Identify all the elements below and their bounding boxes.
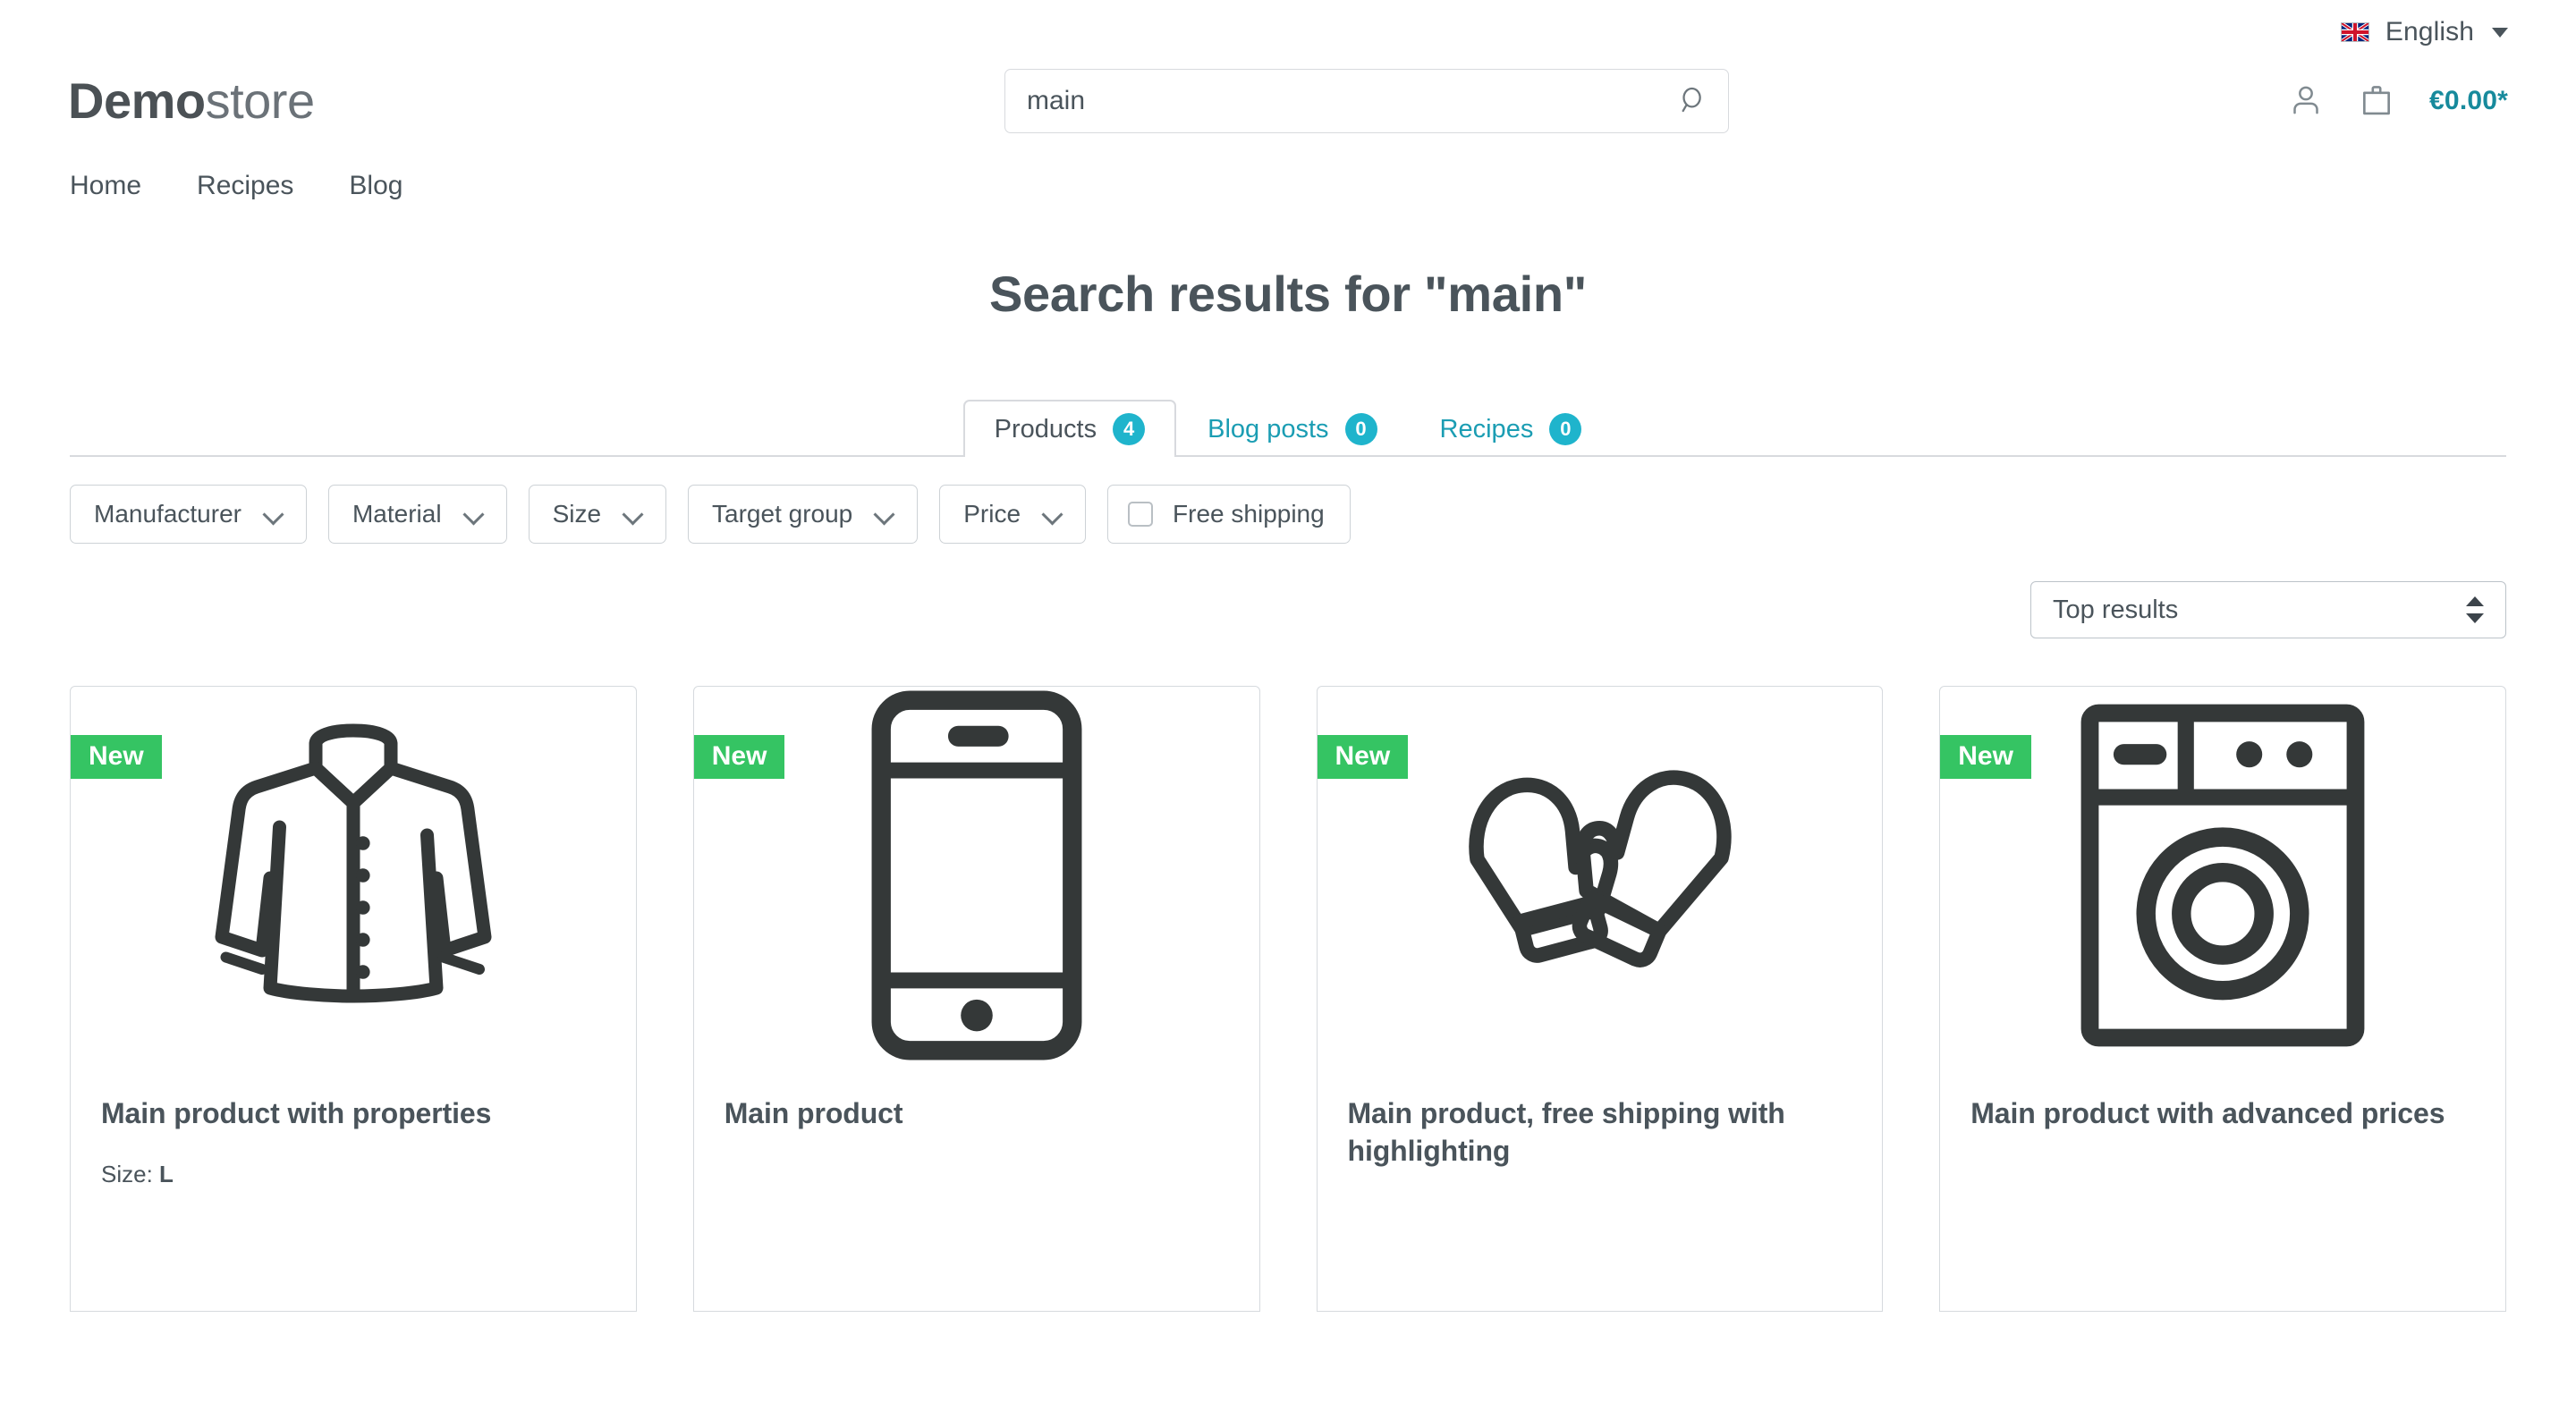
product-title[interactable]: Main product [724,1094,1229,1132]
logo-bold-part: Demo [68,72,206,129]
product-property-label: Size: [101,1161,153,1188]
filter-free-shipping[interactable]: Free shipping [1107,485,1351,544]
language-switcher[interactable]: English [2340,17,2508,47]
washing-machine-icon [2075,701,2370,1050]
header-actions: €0.00* [2288,81,2508,122]
search-icon [1678,85,1708,118]
jacket-icon [206,714,501,1036]
tab-blog-posts[interactable]: Blog posts 0 [1176,400,1408,457]
mittens-icon [1438,741,1760,1010]
search-box[interactable] [1004,69,1729,133]
chevron-down-icon [876,505,894,523]
chevron-down-icon [2492,27,2508,38]
filter-size-label: Size [552,500,602,528]
site-logo[interactable]: Demostore [68,76,315,126]
filter-price[interactable]: Price [939,485,1087,544]
free-shipping-checkbox[interactable] [1128,502,1154,527]
nav-item-recipes[interactable]: Recipes [197,171,293,201]
search-container [1004,69,1729,133]
language-label: English [2385,17,2474,46]
chevron-down-icon [265,505,283,523]
top-utility-bar: English [0,0,2576,64]
page-title: Search results for "main" [988,266,1588,322]
product-card-body: Main product [694,1094,1259,1132]
filter-price-label: Price [963,500,1021,528]
product-card[interactable]: New Main product with advanced prices [1939,686,2506,1312]
tab-recipes-label: Recipes [1439,414,1534,444]
sort-select[interactable]: Top results [2030,581,2506,638]
account-button[interactable] [2288,82,2324,121]
uk-flag-icon [2340,22,2369,42]
tab-products-label: Products [994,414,1097,444]
tab-blog-posts-count: 0 [1344,413,1377,445]
filter-free-shipping-label: Free shipping [1173,500,1325,528]
site-header: Demostore main €0.00* [0,64,2576,138]
filter-target-group[interactable]: Target group [688,485,919,544]
sort-select-value: Top results [2053,595,2179,624]
tab-recipes[interactable]: Recipes 0 [1409,400,1614,457]
status-badge: New [71,735,162,779]
product-card-body: Main product with properties Size: L [71,1094,636,1188]
sorting-row: Top results [0,544,2576,638]
product-card-body: Main product with advanced prices [1940,1094,2505,1132]
filter-material-label: Material [352,500,442,528]
cart-button[interactable] [2358,81,2395,122]
smartphone-icon [865,688,1089,1063]
product-title[interactable]: Main product with properties [101,1094,606,1132]
status-badge: New [1940,735,2031,779]
search-input[interactable] [1005,70,1728,132]
status-badge: New [1317,735,1409,779]
product-grid: New Main product with properties Size: L… [0,638,2576,1312]
sort-updown-icon [2466,596,2484,623]
filter-manufacturer-label: Manufacturer [94,500,242,528]
nav-item-home[interactable]: Home [70,171,141,201]
shopping-bag-icon [2358,81,2395,122]
product-title[interactable]: Main product with advanced prices [1970,1094,2475,1132]
tab-products[interactable]: Products 4 [962,400,1177,459]
product-property: Size: L [101,1161,606,1188]
user-icon [2288,82,2324,121]
search-result-tabs: Products 4 Blog posts 0 Recipes 0 [0,400,2576,459]
product-card[interactable]: New Main product [692,686,1260,1312]
tab-products-count: 4 [1113,413,1146,445]
product-property-value: L [159,1161,174,1188]
tab-recipes-count: 0 [1549,413,1582,445]
cart-total-amount[interactable]: €0.00* [2429,86,2508,116]
logo-light-part: store [205,72,316,129]
chevron-down-icon [624,505,642,523]
filter-bar: Manufacturer Material Size Target group … [0,457,2576,544]
filter-size[interactable]: Size [528,485,667,544]
product-title[interactable]: Main product, free shipping with highlig… [1348,1094,1852,1170]
product-card[interactable]: New Main product with properties Size: L [70,686,637,1312]
tab-blog-posts-label: Blog posts [1208,414,1329,444]
filter-material[interactable]: Material [327,485,507,544]
filter-manufacturer[interactable]: Manufacturer [70,485,307,544]
nav-item-blog[interactable]: Blog [349,171,402,201]
filter-target-group-label: Target group [712,500,853,528]
chevron-down-icon [1044,505,1062,523]
search-submit-button[interactable] [1671,79,1716,123]
product-card-body: Main product, free shipping with highlig… [1318,1094,1883,1170]
main-navigation: Home Recipes Blog [0,138,2576,209]
status-badge: New [693,735,785,779]
product-card[interactable]: New Main product, free shipping with hig… [1316,686,1884,1312]
chevron-down-icon [465,505,483,523]
